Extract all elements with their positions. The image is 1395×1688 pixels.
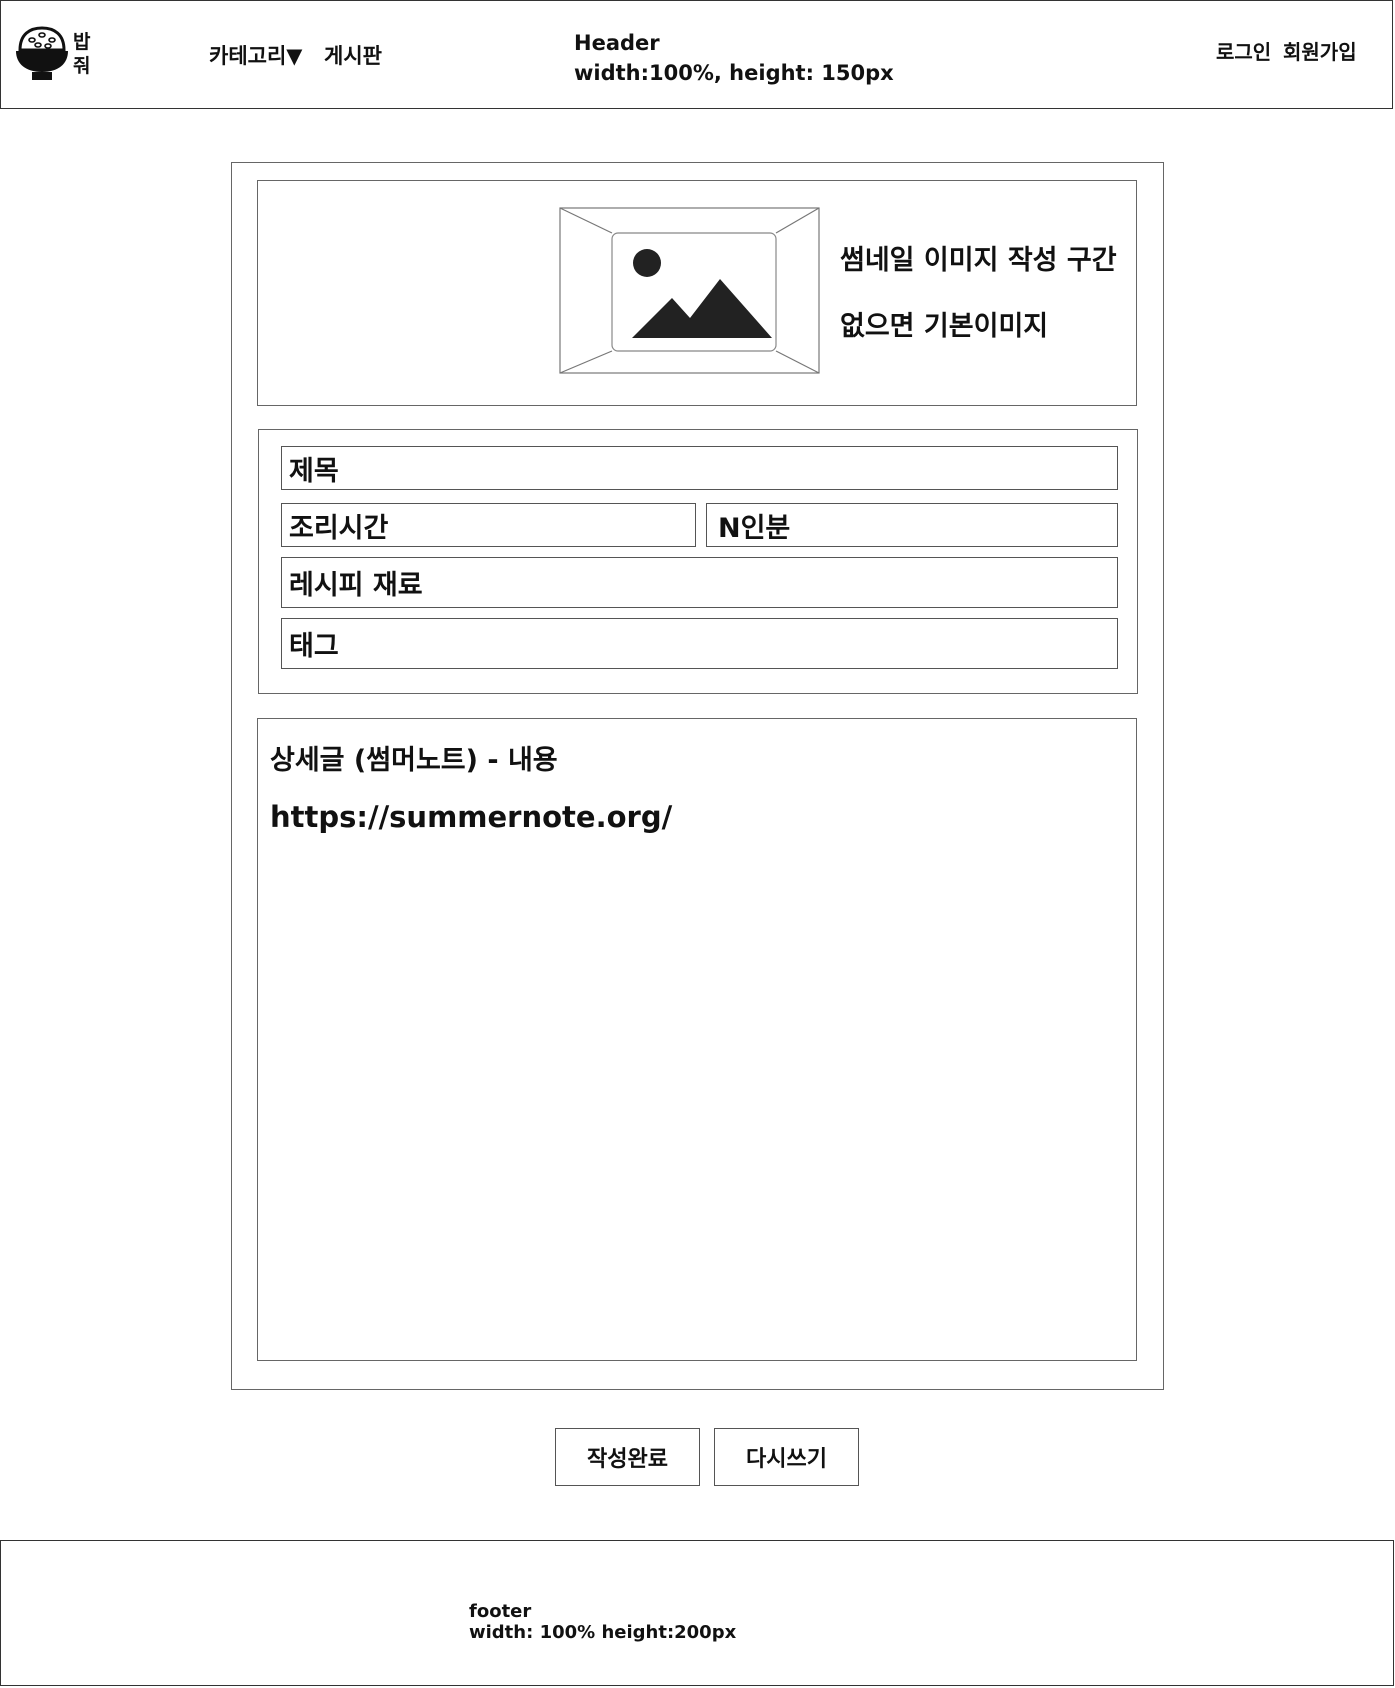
summernote-link[interactable]: https://summernote.org/ bbox=[270, 800, 672, 834]
submit-button[interactable]: 작성완료 bbox=[555, 1428, 700, 1486]
rice-bowl-logo-icon[interactable] bbox=[14, 24, 70, 84]
header-note-title: Header bbox=[574, 31, 660, 55]
footer-note-title: footer bbox=[469, 1601, 532, 1622]
tags-input[interactable]: 태그 bbox=[281, 618, 1118, 669]
footer-annotation: footer width: 100% height:200px bbox=[469, 1601, 736, 1643]
cook-time-input[interactable]: 조리시간 bbox=[281, 503, 696, 547]
login-link[interactable]: 로그인 bbox=[1216, 36, 1271, 65]
ingredients-input[interactable]: 레시피 재료 bbox=[281, 557, 1118, 608]
content-editor-label: 상세글 (썸머노트) - 내용 bbox=[270, 745, 558, 776]
logo-text: 밥 줘 bbox=[73, 31, 91, 77]
signup-link[interactable]: 회원가입 bbox=[1283, 36, 1357, 65]
rewrite-button[interactable]: 다시쓰기 bbox=[714, 1428, 859, 1486]
thumbnail-default-note: 없으면 기본이미지 bbox=[840, 311, 1049, 342]
header-note-size: width:100%, height: 150px bbox=[574, 61, 894, 85]
image-placeholder-icon[interactable] bbox=[559, 207, 820, 374]
nav-board-link[interactable]: 게시판 bbox=[324, 40, 382, 70]
header-annotation: Header width:100%, height: 150px bbox=[574, 28, 894, 88]
footer-note-size: width: 100% height:200px bbox=[469, 1622, 737, 1643]
servings-input[interactable]: N인분 bbox=[706, 503, 1118, 547]
nav-category-dropdown[interactable]: 카테고리▼ bbox=[209, 40, 302, 70]
thumbnail-caption: 썸네일 이미지 작성 구간 bbox=[840, 245, 1117, 276]
title-input[interactable]: 제목 bbox=[281, 446, 1118, 490]
